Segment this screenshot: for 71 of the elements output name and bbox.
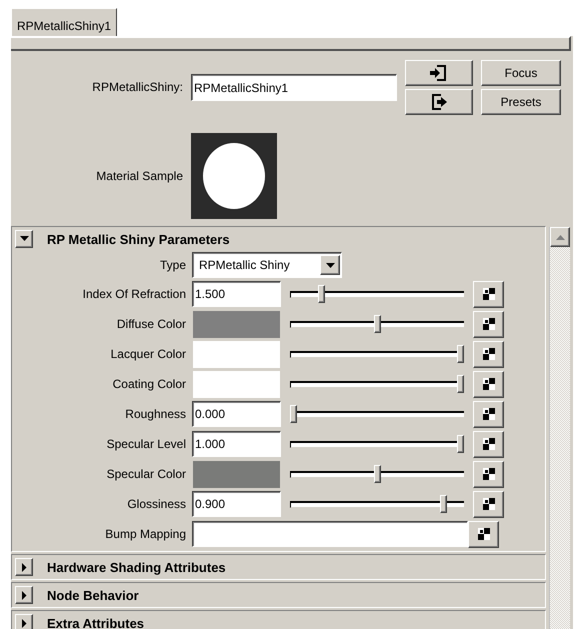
slider-thumb[interactable] (457, 375, 464, 393)
color-swatch[interactable] (192, 340, 281, 368)
expand-toggle[interactable] (15, 230, 33, 248)
color-swatch[interactable] (192, 370, 281, 398)
panel-button[interactable]: Focus (481, 60, 561, 86)
map-button[interactable] (473, 490, 504, 518)
checker-icon (482, 378, 494, 390)
field-label: Glossiness (126, 497, 187, 511)
field-label: Coating Color (112, 377, 187, 391)
map-button[interactable] (473, 340, 504, 368)
number-field[interactable]: 1.500 (192, 281, 281, 307)
scroll-bar[interactable] (549, 227, 570, 629)
map-button[interactable] (473, 430, 504, 458)
caret-down-icon (20, 236, 28, 242)
output-connection-button[interactable] (405, 89, 473, 115)
section-title[interactable]: Extra Attributes (47, 616, 144, 629)
field-label: Index Of Refraction (82, 287, 187, 301)
type-dropdown[interactable]: RPMetallic Shiny (192, 252, 342, 278)
field-label: Roughness (124, 407, 187, 421)
number-field[interactable]: 0.000 (192, 401, 281, 427)
checker-icon (482, 348, 494, 360)
tab[interactable]: RPMetallicShiny1 (11, 8, 118, 36)
slider-thumb[interactable] (374, 315, 380, 333)
arrow-out-of-box-icon (429, 94, 449, 110)
slider-thumb[interactable] (318, 285, 326, 303)
slider-thumb[interactable] (290, 405, 297, 423)
input-connection-button[interactable] (405, 60, 473, 86)
expand-toggle[interactable] (15, 614, 33, 629)
scroll-up-icon[interactable] (556, 234, 564, 240)
checker-icon (482, 288, 494, 300)
number-field[interactable]: 1.000 (192, 431, 281, 457)
node-name-field[interactable]: RPMetallicShiny1 (191, 74, 397, 101)
checker-icon (482, 498, 494, 510)
slider-thumb[interactable] (374, 465, 380, 483)
section-title[interactable]: Node Behavior (47, 588, 139, 602)
slider-thumb[interactable] (457, 345, 464, 363)
arrow-into-box-icon (429, 65, 449, 81)
caret-right-icon (22, 562, 26, 572)
section-title[interactable]: RP Metallic Shiny Parameters (47, 232, 230, 246)
field-label: Bump Mapping (104, 527, 187, 541)
caret-down-icon (326, 262, 334, 268)
map-button[interactable] (473, 400, 504, 428)
expand-toggle[interactable] (15, 586, 33, 604)
section-title[interactable]: Hardware Shading Attributes (47, 560, 226, 574)
color-swatch[interactable] (192, 460, 281, 488)
number-field[interactable]: 0.900 (192, 491, 281, 517)
map-button[interactable] (473, 280, 504, 308)
node-label: RPMetallicShiny: (91, 80, 183, 94)
field-label: Specular Level (106, 437, 187, 451)
color-swatch[interactable] (192, 310, 281, 338)
panel-button[interactable]: Presets (481, 89, 561, 115)
checker-icon (482, 318, 494, 330)
slider-thumb[interactable] (440, 495, 448, 513)
map-button[interactable] (473, 370, 504, 398)
checker-icon (482, 438, 494, 450)
checker-icon (482, 468, 494, 480)
map-button[interactable] (468, 520, 499, 548)
field-label: Diffuse Color (116, 317, 187, 331)
map-button[interactable] (473, 310, 504, 338)
field-label: Type (158, 258, 187, 272)
field-label: Specular Color (106, 467, 187, 481)
sample-label: Material Sample (95, 169, 183, 183)
map-field[interactable] (192, 521, 468, 547)
field-label: Lacquer Color (110, 347, 187, 361)
caret-right-icon (22, 618, 26, 628)
expand-toggle[interactable] (15, 558, 33, 576)
checker-icon (482, 408, 494, 420)
caret-right-icon (22, 590, 26, 600)
checker-icon (478, 528, 490, 540)
slider-thumb[interactable] (457, 435, 464, 453)
map-button[interactable] (473, 460, 504, 488)
